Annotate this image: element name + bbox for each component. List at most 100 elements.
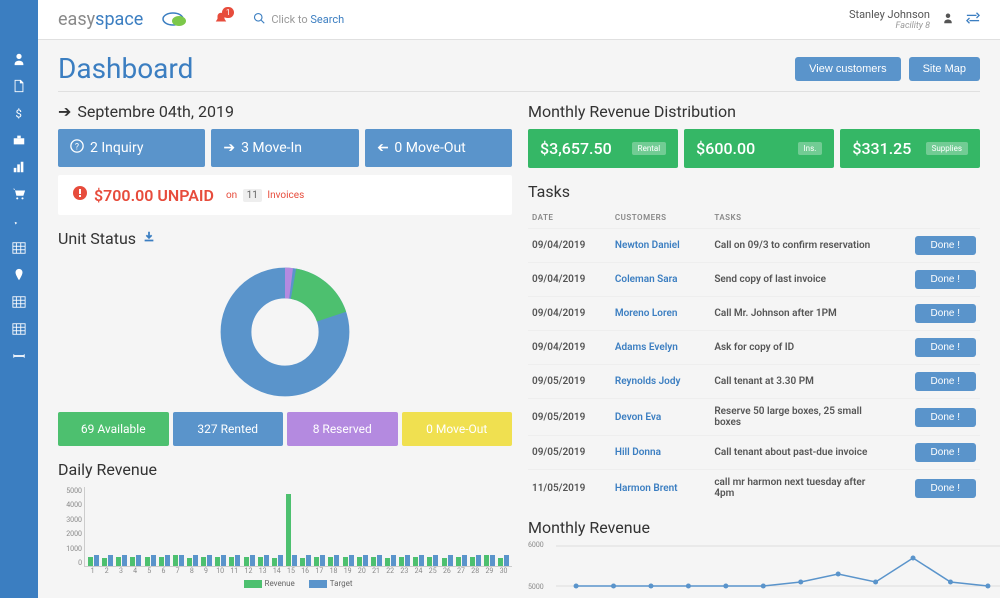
unit-status-title: Unit Status [58,229,512,248]
col-date: DATE [528,207,611,229]
table-row: 09/04/2019 Newton Daniel Call on 09/3 to… [528,229,980,263]
rail-cart-icon[interactable] [0,180,38,207]
rail-doc-icon[interactable] [0,72,38,99]
supplies-card[interactable]: $331.25Supplies [840,129,980,168]
table-row: 09/05/2019 Hill Donna Call tenant about … [528,436,980,470]
table-row: 09/04/2019 Coleman Sara Send copy of las… [528,263,980,297]
moveout-tile[interactable]: 0 Move-Out [402,412,513,446]
table-row: 09/04/2019 Moreno Loren Call Mr. Johnson… [528,297,980,331]
task-date: 09/05/2019 [528,436,611,470]
task-text: Reserve 50 large boxes, 25 small boxes [710,399,886,436]
rail-grid2-icon[interactable] [0,288,38,315]
table-row: 09/04/2019 Adams Evelyn Ask for copy of … [528,331,980,365]
question-icon: ? [70,139,84,157]
task-text: Call Mr. Johnson after 1PM [710,297,886,331]
task-date: 11/05/2019 [528,470,611,507]
rail-ruler-icon[interactable] [0,342,38,369]
monthly-dist-title: Monthly Revenue Distribution [528,102,980,121]
done-button[interactable]: Done ! [915,372,976,391]
settings-icon[interactable] [966,12,980,27]
daily-revenue-chart: 500040003000200010000 123456789101112131… [84,487,512,588]
user-block[interactable]: Stanley Johnson Facility 8 [849,8,930,32]
arrow-right-icon: ➔ [58,102,71,121]
insurance-card[interactable]: $600.00Ins. [684,129,834,168]
task-date: 09/04/2019 [528,263,611,297]
customer-link[interactable]: Moreno Loren [615,308,678,319]
customer-link[interactable]: Hill Donna [615,447,661,458]
left-rail: $ [0,0,38,598]
rail-tools-icon[interactable] [0,207,38,234]
col-tasks: TASKS [710,207,886,229]
tasks-title: Tasks [528,182,980,201]
monthly-revenue-title: Monthly Revenue [528,518,980,537]
rail-grid1-icon[interactable] [0,234,38,261]
task-text: Call tenant at 3.30 PM [710,365,886,399]
done-button[interactable]: Done ! [915,270,976,289]
unit-status-donut [58,256,512,412]
cloud-icon [161,9,189,30]
user-facility: Facility 8 [849,21,930,32]
search-input[interactable]: Click to Search [253,12,344,27]
rail-grid3-icon[interactable] [0,315,38,342]
done-button[interactable]: Done ! [915,304,976,323]
customer-link[interactable]: Coleman Sara [615,274,678,285]
done-button[interactable]: Done ! [915,443,976,462]
download-icon[interactable] [142,229,156,248]
moveout-card[interactable]: ➔0 Move-Out [365,129,512,167]
logo[interactable]: easyspace [58,9,143,30]
notif-badge: 1 [222,7,235,18]
reserved-tile[interactable]: 8 Reserved [287,412,398,446]
task-text: Call on 09/3 to confirm reservation [710,229,886,263]
rail-users-icon[interactable] [0,45,38,72]
monthly-revenue-chart: 60005000 [528,541,980,591]
available-tile[interactable]: 69 Available [58,412,169,446]
customer-link[interactable]: Reynolds Jody [615,376,681,387]
search-icon [253,12,265,27]
warning-icon [72,185,88,205]
customer-link[interactable]: Adams Evelyn [615,342,678,353]
task-date: 09/05/2019 [528,365,611,399]
task-text: Call tenant about past-due invoice [710,436,886,470]
done-button[interactable]: Done ! [915,236,976,255]
rail-unit-icon[interactable] [0,126,38,153]
rail-dollar-icon[interactable]: $ [0,99,38,126]
customer-link[interactable]: Devon Eva [615,412,661,423]
done-button[interactable]: Done ! [915,479,976,498]
topbar: easyspace 1 Click to Search Stanley John… [38,0,1000,40]
customer-link[interactable]: Harmon Brent [615,483,678,494]
arrow-out-icon: ➔ [377,140,389,156]
tasks-table: DATE CUSTOMERS TASKS 09/04/2019 Newton D… [528,207,980,506]
user-name: Stanley Johnson [849,8,930,21]
date-header: ➔ Septembre 04th, 2019 [58,102,512,121]
svg-text:$: $ [16,106,22,120]
notifications-icon[interactable]: 1 [214,11,228,28]
customer-link[interactable]: Newton Daniel [615,240,680,251]
task-text: Send copy of last invoice [710,263,886,297]
page-title: Dashboard [58,52,193,85]
task-text: call mr harmon next tuesday after 4pm [710,470,886,507]
table-row: 11/05/2019 Harmon Brent call mr harmon n… [528,470,980,507]
view-customers-button[interactable]: View customers [795,57,900,81]
arrow-in-icon: ➔ [223,140,235,156]
task-date: 09/05/2019 [528,399,611,436]
movein-card[interactable]: ➔3 Move-In [211,129,358,167]
done-button[interactable]: Done ! [915,338,976,357]
task-date: 09/04/2019 [528,297,611,331]
rail-chart-icon[interactable] [0,153,38,180]
svg-text:?: ? [75,143,79,153]
rail-pin-icon[interactable] [0,261,38,288]
task-text: Ask for copy of ID [710,331,886,365]
done-button[interactable]: Done ! [915,408,976,427]
inquiry-card[interactable]: ?2 Inquiry [58,129,205,167]
daily-revenue-title: Daily Revenue [58,460,512,479]
table-row: 09/05/2019 Reynolds Jody Call tenant at … [528,365,980,399]
task-date: 09/04/2019 [528,331,611,365]
user-icon[interactable] [942,12,954,27]
table-row: 09/05/2019 Devon Eva Reserve 50 large bo… [528,399,980,436]
task-date: 09/04/2019 [528,229,611,263]
site-map-button[interactable]: Site Map [909,57,980,81]
rental-card[interactable]: $3,657.50Rental [528,129,678,168]
unpaid-box[interactable]: $700.00 UNPAID on 11 Invoices [58,175,512,215]
rented-tile[interactable]: 327 Rented [173,412,284,446]
col-customers: CUSTOMERS [611,207,710,229]
